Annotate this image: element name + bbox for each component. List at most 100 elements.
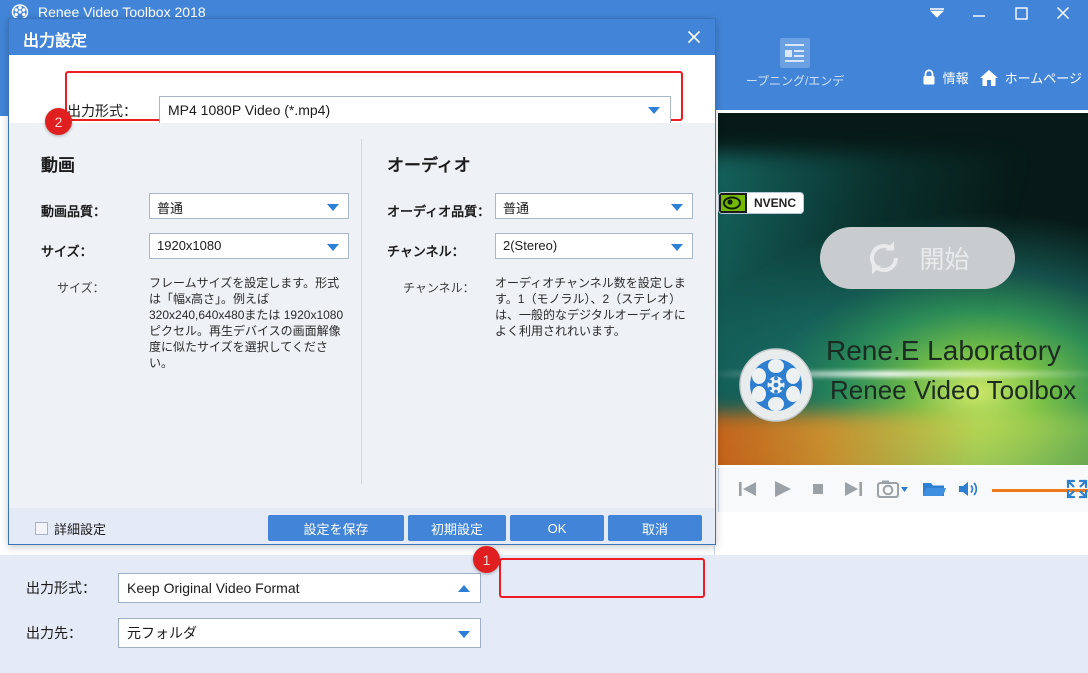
checkbox-box (35, 522, 48, 535)
homepage-action[interactable]: ホームページ (979, 68, 1082, 87)
audio-quality-value: 普通 (503, 201, 530, 216)
audio-section-title: オーディオ (387, 156, 471, 175)
advanced-settings-checkbox[interactable]: 詳細設定 (35, 519, 106, 538)
volume-slider[interactable] (992, 483, 1088, 497)
skip-next-icon (845, 482, 862, 496)
player-controls (718, 468, 1088, 512)
stop-button[interactable] (807, 479, 829, 501)
dialog-title-bar: 出力設定 (9, 19, 715, 55)
video-size-value: 1920x1080 (157, 238, 222, 253)
video-quality-value: 普通 (157, 201, 184, 216)
default-settings-button[interactable]: 初期設定 (408, 515, 506, 541)
cancel-button[interactable]: 取消 (608, 515, 702, 541)
video-quality-select[interactable]: 普通 (149, 193, 349, 219)
toolbar-item-opening-ending[interactable]: ープニング/エンデ (740, 38, 850, 89)
snapshot-button[interactable] (877, 479, 909, 501)
toolbar-right-actions: 情報 ホームページ (921, 68, 1082, 87)
speaker-icon (959, 482, 978, 496)
skip-next-button[interactable] (842, 479, 864, 501)
video-size-label: サイズ： (41, 244, 93, 259)
video-size-desc-label: サイズ： (57, 281, 105, 295)
output-format-value: Keep Original Video Format (127, 580, 300, 596)
video-section-title: 動画 (41, 156, 75, 175)
audio-channel-value: 2(Stereo) (503, 238, 558, 253)
chevron-down-icon (327, 204, 339, 211)
video-preview[interactable]: Rene.E Laboratory Renee Video Toolbox (718, 113, 1088, 465)
info-label: 情報 (942, 71, 969, 86)
window-controls (916, 0, 1084, 26)
audio-channel-select[interactable]: 2(Stereo) (495, 233, 693, 259)
video-size-desc-text: フレームサイズを設定します。形式は「幅x高さ」。例えば 320x240,640x… (149, 276, 344, 370)
output-format-row: 出力形式： Keep Original Video Format (0, 573, 481, 603)
refresh-icon (870, 241, 899, 275)
audio-channel-label: チャンネル： (387, 244, 465, 259)
audio-quality-select[interactable]: 普通 (495, 193, 693, 219)
collapse-button[interactable] (916, 0, 958, 26)
chevron-up-icon (458, 585, 470, 592)
ok-button[interactable]: OK (510, 515, 604, 541)
dialog-format-label: 出力形式： (67, 103, 137, 119)
output-format-label: 出力形式： (26, 580, 96, 596)
nvenc-label: NVENC (754, 196, 797, 210)
audio-channel-desc-text: オーディオチャンネル数を設定します。1（モノラル）、2（ステレオ）は、一般的なデ… (495, 276, 686, 338)
video-quality-label: 動画品質： (41, 204, 107, 219)
volume-button[interactable] (957, 479, 979, 501)
dialog-close-button[interactable] (681, 25, 707, 49)
video-size-select[interactable]: 1920x1080 (149, 233, 349, 259)
dialog-main-area: 動画 動画品質： 普通 サイズ： 1920x1080 サイズ： フレームサイズを… (9, 123, 715, 508)
fullscreen-button[interactable] (1066, 479, 1088, 501)
annotation-badge-2: 2 (45, 108, 72, 135)
output-settings-highlight-box (499, 558, 705, 598)
output-destination-row: 出力先： 元フォルダ (0, 618, 481, 648)
toolbar-item-label: ープニング/エンデ (745, 74, 845, 88)
application-window: Renee Video Toolbox 2018 ープニング/エンデ 情報 ホー… (0, 0, 1088, 673)
chevron-down-icon (901, 487, 908, 492)
column-divider (361, 139, 362, 484)
chevron-down-icon (327, 244, 339, 251)
play-icon (775, 481, 791, 497)
audio-channel-desc-label: チャンネル： (403, 281, 475, 295)
dialog-format-value: MP4 1080P Video (*.mp4) (168, 102, 331, 118)
annotation-badge-1: 1 (473, 546, 500, 573)
document-lines-icon (780, 38, 810, 68)
nvidia-eye-icon (719, 193, 747, 213)
info-action[interactable]: 情報 (921, 68, 969, 87)
skip-previous-icon (739, 482, 756, 496)
minimize-button[interactable] (958, 0, 1000, 26)
close-icon (687, 30, 701, 44)
output-format-select[interactable]: Keep Original Video Format (118, 573, 481, 603)
nvidia-icon (719, 193, 747, 213)
chevron-down-icon (671, 204, 683, 211)
preview-brand-line2: Renee Video Toolbox (830, 375, 1077, 405)
minimize-icon (973, 15, 985, 17)
advanced-settings-label: 詳細設定 (54, 522, 107, 537)
save-settings-button[interactable]: 設定を保存 (268, 515, 404, 541)
dialog-title: 出力設定 (23, 33, 88, 50)
close-button[interactable] (1042, 0, 1084, 26)
fullscreen-icon (1066, 479, 1088, 499)
dialog-footer: 詳細設定 設定を保存 初期設定 OK 取消 (9, 508, 715, 544)
maximize-button[interactable] (1000, 0, 1042, 26)
maximize-icon (1014, 6, 1028, 20)
chevron-down-icon (930, 8, 944, 18)
skip-previous-button[interactable] (737, 479, 759, 501)
output-destination-label: 出力先： (26, 625, 82, 641)
camera-icon (877, 480, 908, 498)
lock-icon (923, 69, 935, 85)
play-button[interactable] (772, 479, 794, 501)
close-icon (1056, 6, 1070, 20)
homepage-label: ホームページ (1004, 71, 1082, 86)
chevron-down-icon (458, 631, 470, 638)
output-destination-value: 元フォルダ (127, 625, 197, 641)
stop-icon (813, 484, 823, 494)
audio-quality-label: オーディオ品質： (387, 204, 491, 219)
output-settings-dialog: 出力設定 出力形式： MP4 1080P Video (*.mp4) 動画 動画… (8, 18, 716, 545)
left-tab-stub (0, 36, 8, 116)
dialog-format-select[interactable]: MP4 1080P Video (*.mp4) (159, 96, 671, 124)
output-destination-select[interactable]: 元フォルダ (118, 618, 481, 648)
home-icon (979, 69, 998, 86)
open-folder-button[interactable] (922, 479, 946, 501)
start-button[interactable]: 開始 (820, 227, 1015, 289)
chevron-down-icon (671, 244, 683, 251)
folder-icon (923, 483, 946, 496)
